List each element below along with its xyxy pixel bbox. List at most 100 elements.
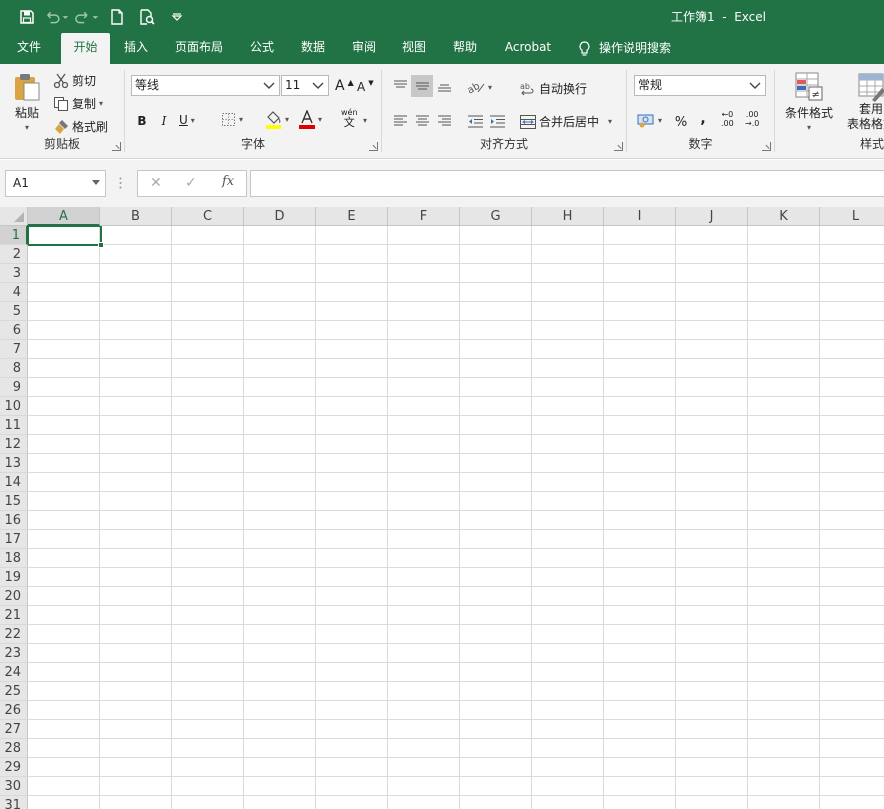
conditional-formatting-button[interactable]: ≠ 条件格式 ▾ — [783, 72, 835, 132]
column-header-l[interactable]: L — [820, 207, 884, 226]
row-header-16[interactable]: 16 — [0, 511, 28, 530]
row-header-17[interactable]: 17 — [0, 530, 28, 549]
active-cell[interactable] — [27, 225, 104, 248]
decrease-decimal-button[interactable]: .00 →.0 — [745, 110, 759, 128]
align-center-button[interactable] — [411, 110, 433, 132]
phonetic-button[interactable]: wén 文 — [341, 108, 358, 128]
decrease-font-size-button[interactable]: A ▼ — [357, 79, 374, 94]
borders-dropdown-icon[interactable]: ▾ — [239, 115, 243, 124]
tab-review[interactable]: 审阅 — [342, 33, 386, 64]
enter-icon[interactable]: ✓ — [185, 175, 197, 191]
row-header-13[interactable]: 13 — [0, 454, 28, 473]
paste-dropdown-icon[interactable]: ▾ — [25, 123, 29, 132]
row-header-26[interactable]: 26 — [0, 701, 28, 720]
wrap-text-button[interactable]: ab 自动换行 — [520, 80, 587, 97]
row-header-31[interactable]: 31 — [0, 796, 28, 809]
font-size-select[interactable]: 11 — [281, 75, 329, 96]
comma-style-button[interactable]: , — [692, 108, 714, 130]
insert-function-icon[interactable]: fx — [222, 174, 234, 189]
tab-home[interactable]: 开始 — [61, 33, 110, 64]
row-header-27[interactable]: 27 — [0, 720, 28, 739]
underline-dropdown-icon[interactable]: ▾ — [191, 116, 195, 125]
row-header-22[interactable]: 22 — [0, 625, 28, 644]
percent-style-button[interactable]: % — [670, 111, 692, 133]
tell-me-search[interactable]: 操作说明搜索 — [578, 33, 688, 64]
tab-page-layout[interactable]: 页面布局 — [168, 33, 230, 64]
row-header-3[interactable]: 3 — [0, 264, 28, 283]
font-launcher-icon[interactable] — [369, 142, 378, 151]
tab-view[interactable]: 视图 — [392, 33, 436, 64]
row-header-25[interactable]: 25 — [0, 682, 28, 701]
conditional-dropdown-icon[interactable]: ▾ — [807, 123, 811, 132]
paste-button[interactable]: 粘贴 ▾ — [12, 72, 42, 132]
decrease-indent-button[interactable] — [464, 110, 486, 132]
row-header-2[interactable]: 2 — [0, 245, 28, 264]
cancel-icon[interactable]: ✕ — [150, 175, 162, 191]
formula-input[interactable] — [250, 170, 884, 197]
redo-button[interactable] — [74, 6, 100, 28]
column-header-b[interactable]: B — [100, 207, 172, 226]
row-header-30[interactable]: 30 — [0, 777, 28, 796]
copy-button[interactable]: 复制 ▾ — [53, 95, 103, 112]
cell-area[interactable] — [28, 226, 884, 809]
row-header-6[interactable]: 6 — [0, 321, 28, 340]
chevron-down-icon[interactable] — [92, 180, 100, 185]
row-header-1[interactable]: 1 — [0, 226, 28, 245]
borders-button[interactable]: ▾ — [221, 112, 243, 127]
align-left-button[interactable] — [389, 110, 411, 132]
fill-color-dropdown-icon[interactable]: ▾ — [285, 115, 289, 124]
column-header-d[interactable]: D — [244, 207, 316, 226]
row-header-18[interactable]: 18 — [0, 549, 28, 568]
number-launcher-icon[interactable] — [762, 142, 771, 151]
merge-dropdown-icon[interactable]: ▾ — [608, 117, 612, 126]
tab-data[interactable]: 数据 — [291, 33, 335, 64]
underline-button[interactable]: U ▾ — [179, 113, 195, 127]
column-header-k[interactable]: K — [748, 207, 820, 226]
new-file-button[interactable] — [104, 6, 130, 28]
format-painter-button[interactable]: 格式刷 — [53, 118, 108, 135]
align-top-button[interactable] — [389, 75, 411, 97]
save-button[interactable] — [14, 6, 40, 28]
row-header-11[interactable]: 11 — [0, 416, 28, 435]
orientation-button[interactable]: ab ▾ — [467, 80, 492, 94]
fill-handle[interactable] — [98, 242, 104, 248]
row-header-4[interactable]: 4 — [0, 283, 28, 302]
row-header-19[interactable]: 19 — [0, 568, 28, 587]
tab-help[interactable]: 帮助 — [443, 33, 487, 64]
column-header-a[interactable]: A — [28, 207, 100, 226]
column-header-f[interactable]: F — [388, 207, 460, 226]
align-bottom-button[interactable] — [433, 75, 455, 97]
name-box[interactable]: A1 — [5, 170, 106, 197]
merge-center-button[interactable]: 合并后居中 ▾ — [520, 113, 612, 130]
row-header-5[interactable]: 5 — [0, 302, 28, 321]
row-header-21[interactable]: 21 — [0, 606, 28, 625]
row-header-28[interactable]: 28 — [0, 739, 28, 758]
row-header-14[interactable]: 14 — [0, 473, 28, 492]
accounting-dropdown-icon[interactable]: ▾ — [658, 116, 662, 125]
column-header-i[interactable]: I — [604, 207, 676, 226]
tab-file[interactable]: 文件 — [4, 33, 54, 64]
row-header-8[interactable]: 8 — [0, 359, 28, 378]
column-header-g[interactable]: G — [460, 207, 532, 226]
increase-indent-button[interactable] — [486, 110, 508, 132]
column-header-e[interactable]: E — [316, 207, 388, 226]
number-format-select[interactable]: 常规 — [634, 75, 766, 96]
customize-qat-button[interactable] — [164, 6, 190, 28]
copy-dropdown-icon[interactable]: ▾ — [99, 99, 103, 108]
row-header-29[interactable]: 29 — [0, 758, 28, 777]
row-header-9[interactable]: 9 — [0, 378, 28, 397]
column-header-h[interactable]: H — [532, 207, 604, 226]
bold-button[interactable]: B — [131, 110, 153, 132]
format-as-table-button[interactable]: 套用 表格格式 — [845, 72, 884, 132]
row-header-15[interactable]: 15 — [0, 492, 28, 511]
row-header-10[interactable]: 10 — [0, 397, 28, 416]
font-color-dropdown-icon[interactable]: ▾ — [318, 115, 322, 124]
select-all-button[interactable] — [0, 207, 28, 226]
column-header-c[interactable]: C — [172, 207, 244, 226]
undo-button[interactable] — [44, 6, 70, 28]
row-header-12[interactable]: 12 — [0, 435, 28, 454]
tab-acrobat[interactable]: Acrobat — [498, 33, 558, 64]
accounting-format-button[interactable]: ▾ — [637, 112, 662, 128]
row-header-24[interactable]: 24 — [0, 663, 28, 682]
phonetic-dropdown-icon[interactable]: ▾ — [363, 116, 367, 125]
